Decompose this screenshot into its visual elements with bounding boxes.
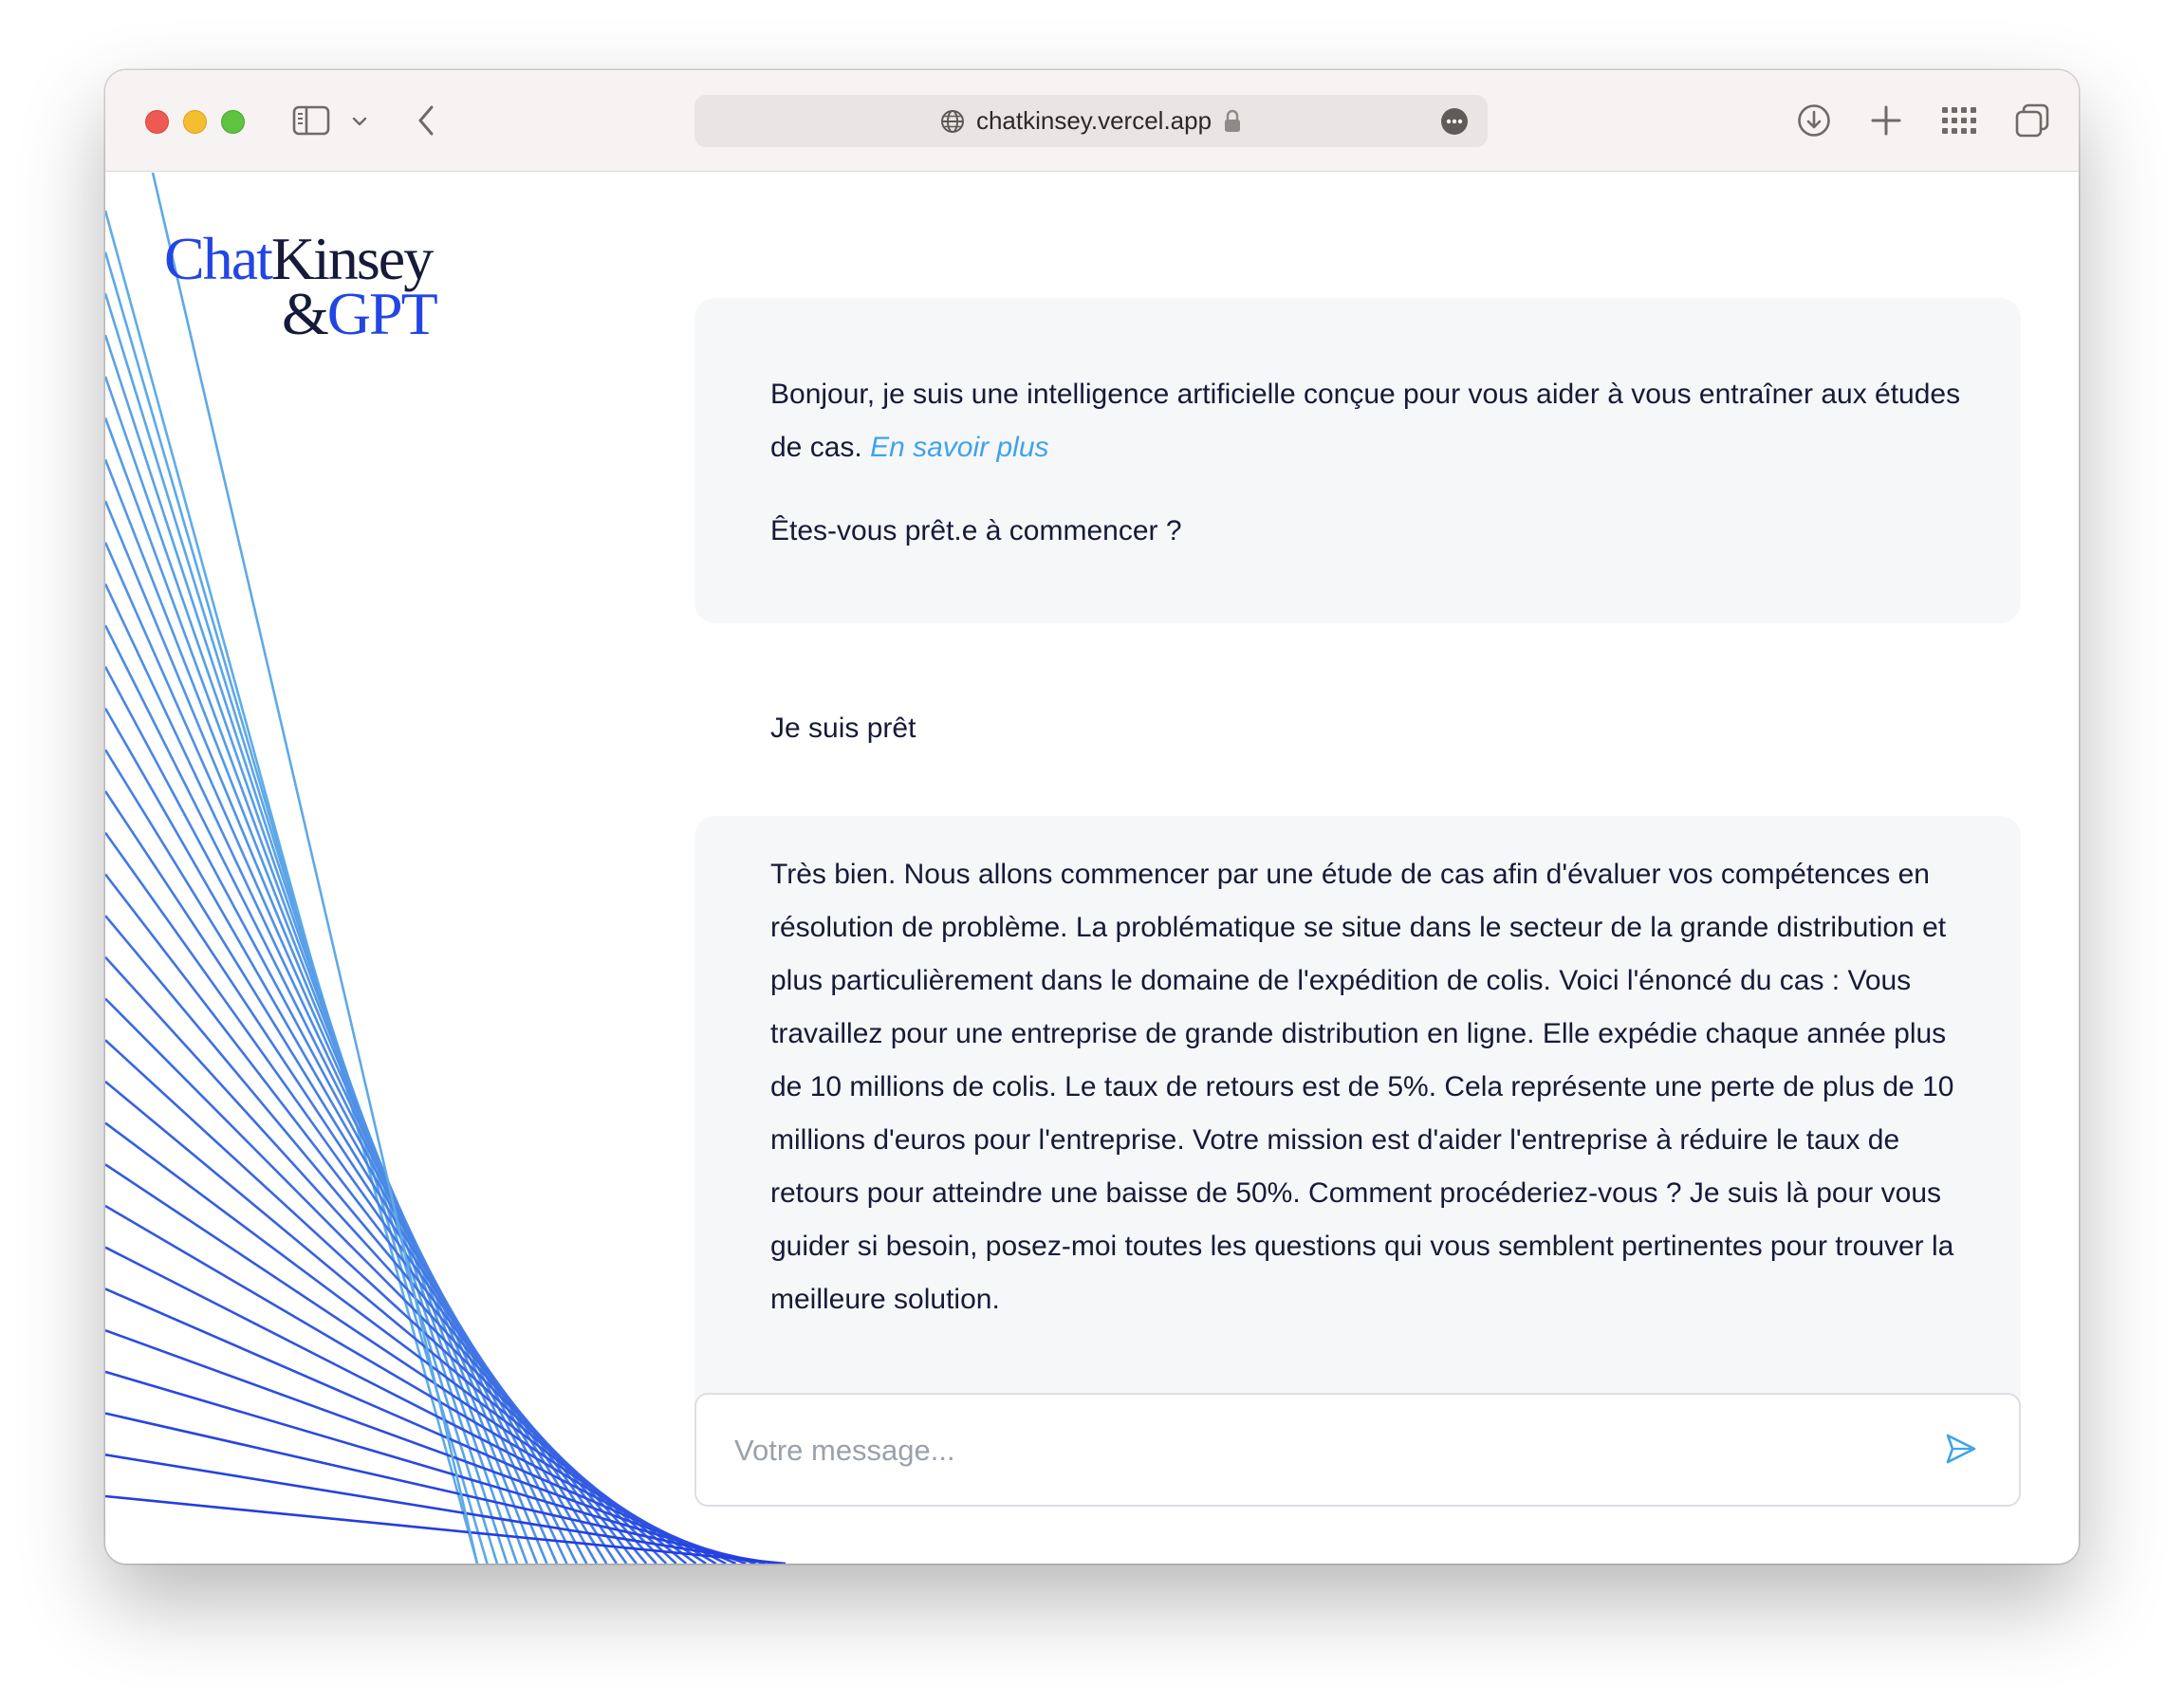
page-content: ChatKinsey &GPT Bonjour, je suis une int… [105,173,2079,1564]
decorative-line [105,1494,787,1564]
back-arrow-icon[interactable] [415,103,437,138]
plus-icon[interactable] [1870,104,1902,137]
lock-icon [1225,109,1241,132]
logo-gpt: GPT [326,280,438,347]
send-icon[interactable] [1945,1433,1977,1465]
download-icon[interactable] [1797,103,1831,138]
user-message: Je suis prêt [694,666,2021,804]
decorative-line [105,334,509,1564]
globe-icon [940,109,964,133]
more-icon[interactable] [1440,107,1469,136]
decorative-line-art [105,173,787,1564]
close-window-button[interactable] [145,110,169,134]
browser-toolbar: chatkinsey.vercel.app [105,70,2079,172]
grid-icon[interactable] [1941,105,1977,136]
user-message-text: Je suis prêt [770,713,916,744]
message-input[interactable] [734,1429,1911,1472]
chevron-down-icon[interactable] [352,116,367,127]
decorative-line [105,1412,767,1564]
logo-chat: Chat [164,225,273,292]
assistant-message: Bonjour, je suis une intelligence artifi… [694,298,2021,623]
chatkinsey-logo[interactable]: ChatKinsey &GPT [164,229,438,344]
learn-more-link[interactable]: En savoir plus [870,432,1048,463]
sidebar-icon[interactable] [292,105,330,136]
minimize-window-button[interactable] [183,110,207,134]
browser-window: chatkinsey.vercel.app ChatKinsey &GPT Bo… [105,70,2079,1564]
assistant-message-text: Très bien. Nous allons commencer par une… [770,859,1954,1315]
decorative-line [105,1370,756,1564]
url-text: chatkinsey.vercel.app [975,106,1212,135]
assistant-message-text: Bonjour, je suis une intelligence artifi… [770,368,1964,474]
assistant-message: Très bien. Nous allons commencer par une… [694,816,2021,1429]
address-bar[interactable]: chatkinsey.vercel.app [694,95,1488,147]
decorative-line [105,251,489,1564]
address-bar-content: chatkinsey.vercel.app [694,95,1488,147]
tabs-overview-icon[interactable] [2014,102,2050,139]
zoom-window-button[interactable] [221,110,245,134]
logo-ampersand: & [282,280,329,347]
ready-question: Êtes-vous prêt.e à commencer ? [770,515,1182,546]
message-composer [694,1393,2021,1507]
